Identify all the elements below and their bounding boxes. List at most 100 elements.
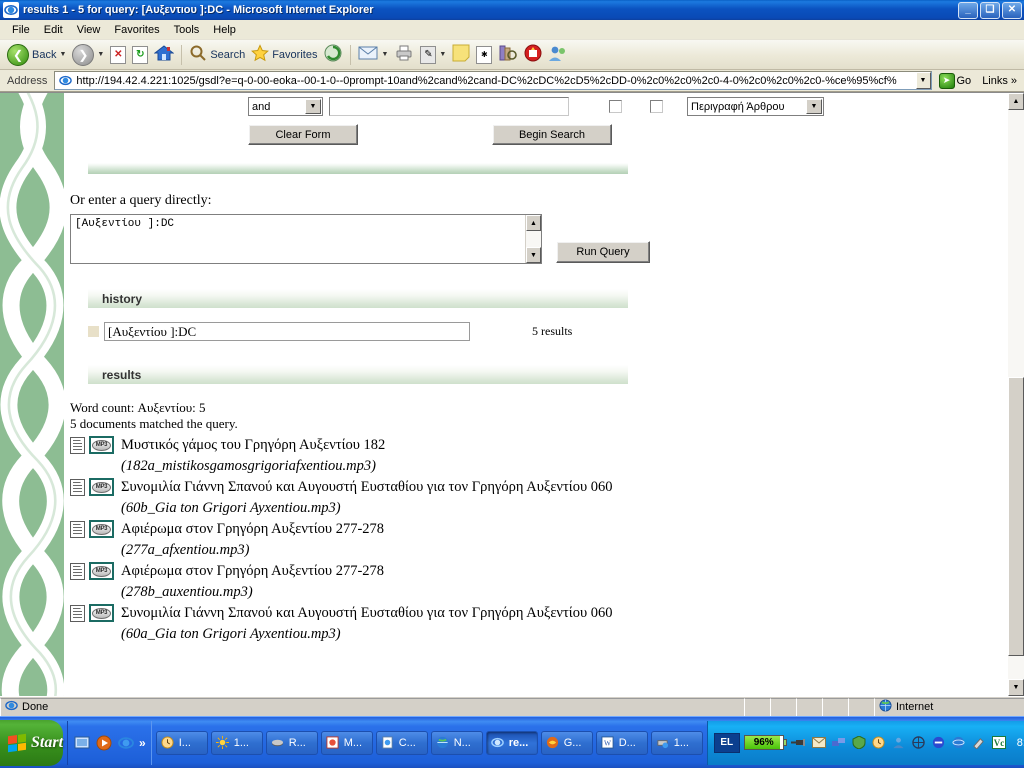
menu-item-tools[interactable]: Tools [167,22,207,38]
taskbar-item-active[interactable]: re... [485,730,538,755]
scrollbar-track[interactable] [1008,110,1024,679]
case-checkbox[interactable] [650,100,663,113]
edit-button[interactable]: ✎ ▼ [417,43,449,67]
messenger-alert-button[interactable] [521,43,545,67]
document-icon[interactable] [70,605,85,623]
paint-icon[interactable] [971,735,987,751]
quicklaunch-overflow-icon[interactable]: » [139,736,146,750]
run-query-button[interactable]: Run Query [556,241,650,263]
result-title[interactable]: Συνομιλία Γιάννη Σπανού και Αυγουστή Ευσ… [121,605,613,621]
chevron-down-icon[interactable]: ▼ [59,51,66,58]
scroll-up-icon[interactable]: ▲ [526,215,541,231]
scrollbar-thumb[interactable] [1008,377,1024,657]
document-icon[interactable] [70,563,85,581]
taskbar-item[interactable]: I... [155,730,208,755]
page-scrollbar[interactable]: ▲ ▼ [1007,93,1024,696]
print-button[interactable] [391,43,417,67]
textarea-scrollbar[interactable]: ▲ ▼ [525,215,541,263]
research-button[interactable] [495,43,521,67]
translate-button[interactable]: ✱ [473,43,495,67]
taskbar-item[interactable]: 1... [650,730,703,755]
result-item[interactable]: MP3 Συνομιλία Γιάννη Σπανού και Αυγουστή… [70,477,1007,519]
menu-item-help[interactable]: Help [206,22,243,38]
forward-button[interactable]: ❯ ▼ [69,43,107,67]
stop-button[interactable]: ✕ [107,43,129,67]
internet-tray-icon[interactable] [951,735,967,751]
chevron-down-icon[interactable]: ▼ [97,51,104,58]
network-connection-icon[interactable] [831,735,847,751]
chevron-down-icon[interactable]: ▼ [806,99,822,114]
show-desktop-icon[interactable] [73,734,91,752]
refresh-button[interactable]: ↻ [129,43,151,67]
history-query-input[interactable]: [Αυξεντίου ]:DC [104,322,470,341]
taskbar-item[interactable]: R... [265,730,318,755]
taskbar-item[interactable]: C... [375,730,428,755]
internet-explorer-icon[interactable] [117,734,135,752]
scrollbar-track[interactable] [526,231,541,247]
chevron-down-icon[interactable]: ▼ [381,51,388,58]
taskbar-clock[interactable]: 8:37 πμ [1011,737,1024,749]
user-account-icon[interactable] [891,735,907,751]
document-icon[interactable] [70,437,85,454]
taskbar-item[interactable]: N... [430,730,483,755]
home-button[interactable] [151,43,177,67]
mp3-icon[interactable]: MP3 [89,520,114,539]
result-item[interactable]: MP3 Αφιέρωμα στον Γρηγόρη Αυξεντίου 277-… [70,519,1007,561]
result-title[interactable]: Συνομιλία Γιάννη Σπανού και Αυγουστή Ευσ… [121,479,613,495]
result-title[interactable]: Αφιέρωμα στον Γρηγόρη Αυξεντίου 277-278 [121,521,384,537]
scroll-up-icon[interactable]: ▲ [1008,93,1024,110]
clock-tray-icon[interactable] [871,735,887,751]
search-button[interactable]: Search [186,43,248,67]
language-indicator[interactable]: EL [713,732,740,753]
field-select[interactable]: Περιγραφή Άρθρου ▼ [687,97,824,116]
winamp-icon[interactable] [931,735,947,751]
menu-item-file[interactable]: File [5,22,37,38]
search-term-input[interactable] [329,97,569,116]
mp3-icon[interactable]: MP3 [89,436,114,454]
address-input[interactable]: http://194.42.4.221:1025/gsdl?e=q-0-00-e… [54,71,932,90]
security-zone[interactable]: Internet [874,697,1024,716]
document-icon[interactable] [70,479,85,497]
begin-search-button[interactable]: Begin Search [492,124,612,145]
links-button[interactable]: Links » [978,75,1021,87]
chevron-down-icon[interactable]: ▼ [439,51,446,58]
taskbar-item[interactable]: M... [320,730,373,755]
result-item[interactable]: MP3 Συνομιλία Γιάννη Σπανού και Αυγουστή… [70,603,1007,645]
address-dropdown-icon[interactable]: ▼ [915,72,931,89]
notes-button[interactable] [449,43,473,67]
mail-button[interactable]: ▼ [355,43,391,67]
mp3-icon[interactable]: MP3 [89,562,114,581]
scroll-down-icon[interactable]: ▼ [526,247,541,263]
stemming-checkbox[interactable] [609,100,622,113]
menu-item-favorites[interactable]: Favorites [107,22,166,38]
taskbar-item[interactable]: 1... [210,730,263,755]
clear-form-button[interactable]: Clear Form [248,124,358,145]
restore-button[interactable]: ❑ [980,1,1000,19]
result-item[interactable]: MP3 Αφιέρωμα στον Γρηγόρη Αυξεντίου 277-… [70,561,1007,603]
media-player-icon[interactable] [95,734,113,752]
battery-indicator[interactable]: 96% [743,735,787,750]
visual-c-icon[interactable]: Vc [991,735,1007,751]
menu-item-edit[interactable]: Edit [37,22,70,38]
antivirus-shield-icon[interactable] [851,735,867,751]
minimize-button[interactable]: _ [958,1,978,19]
chevron-down-icon[interactable]: ▼ [305,99,321,114]
envelope-icon[interactable] [811,735,827,751]
favorites-button[interactable]: Favorites [248,43,320,67]
boolean-operator-select[interactable]: and ▼ [248,97,323,116]
history-button[interactable] [320,43,346,67]
mp3-icon[interactable]: MP3 [89,478,114,497]
result-item[interactable]: MP3 Μυστικός γάμος του Γρηγόρη Αυξεντίου… [70,435,1007,477]
result-title[interactable]: Αφιέρωμα στον Γρηγόρη Αυξεντίου 277-278 [121,563,384,579]
start-button[interactable]: Start [0,719,64,766]
menu-item-view[interactable]: View [70,22,108,38]
power-plug-icon[interactable] [791,735,807,751]
messenger-button[interactable] [545,43,571,67]
network-globe-tray-icon[interactable] [911,735,927,751]
query-textarea[interactable]: [Αυξεντίου ]:DC ▲ ▼ [70,214,542,264]
result-title[interactable]: Μυστικός γάμος του Γρηγόρη Αυξεντίου 182 [121,437,385,453]
close-button[interactable]: ✕ [1002,1,1022,19]
back-button[interactable]: ❮ Back ▼ [4,43,69,67]
scroll-down-icon[interactable]: ▼ [1008,679,1024,696]
taskbar-item[interactable]: W D... [595,730,648,755]
